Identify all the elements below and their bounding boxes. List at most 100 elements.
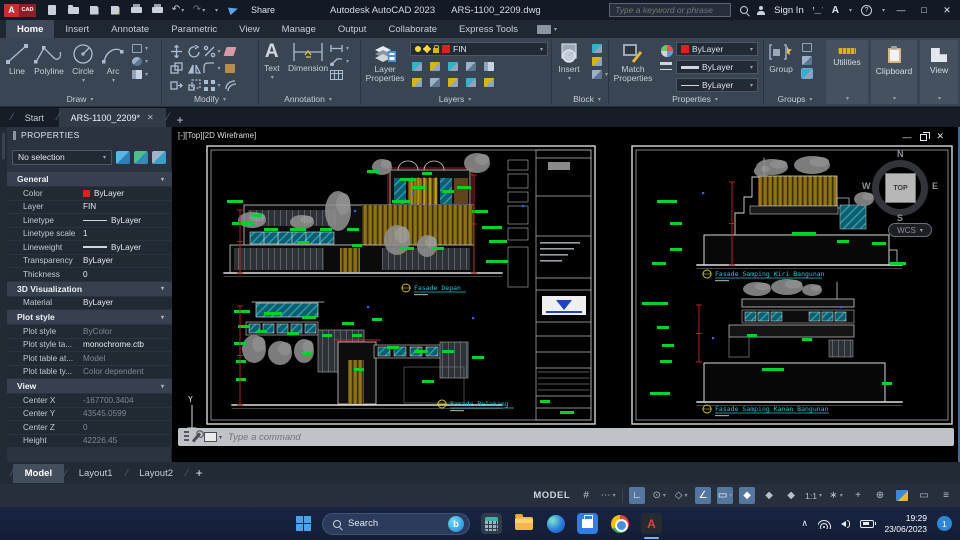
line-tool-button[interactable]: Line [4, 42, 30, 76]
ribbon-tab-output[interactable]: Output [327, 20, 378, 38]
toggle-pickadd-button[interactable] [116, 150, 130, 164]
command-grip[interactable] [184, 431, 189, 443]
modify-panel-label[interactable]: Modify ▾ [175, 94, 245, 104]
help-icon[interactable]: ? [860, 4, 872, 16]
annotation-monitor-button[interactable]: + [850, 487, 866, 504]
taskbar-edge-icon[interactable] [545, 513, 566, 534]
layer-lock-button[interactable] [466, 62, 476, 71]
rotate-tool-button[interactable] [185, 43, 203, 60]
open-file-button[interactable] [67, 4, 79, 17]
ribbon-tab-annotate[interactable]: Annotate [100, 20, 160, 38]
customize-wrench-icon[interactable] [191, 431, 202, 443]
command-input[interactable] [228, 431, 948, 443]
layer-thaw-all-button[interactable] [430, 78, 440, 87]
viewcube[interactable]: TOP N W E S [862, 149, 938, 227]
drawing-minimize-button[interactable]: — [902, 132, 911, 142]
taskbar-file-explorer-icon[interactable] [513, 513, 534, 534]
group-button[interactable]: Group [768, 42, 794, 74]
palette-grip[interactable] [0, 127, 7, 462]
ribbon-tab-view[interactable]: View [228, 20, 270, 38]
property-row-center-z[interactable]: Center Z 0 [7, 420, 172, 434]
annotation-scale-value[interactable]: 1:1 ▾ [805, 487, 822, 504]
drawing-restore-button[interactable] [920, 132, 931, 141]
copy-tool-button[interactable] [167, 60, 185, 77]
layers-panel-label[interactable]: Layers ▾ [420, 94, 490, 104]
property-row-center-x[interactable]: Center X -167700.3404 [7, 393, 172, 407]
property-row-material[interactable]: Material ByLayer [7, 295, 172, 309]
annotation-panel-label[interactable]: Annotation ▾ [265, 94, 351, 104]
property-row-center-y[interactable]: Center Y 43545.0599 [7, 406, 172, 420]
mirror-tool-button[interactable] [185, 60, 203, 77]
property-row-color[interactable]: Color ByLayer [7, 186, 172, 200]
array-tool-button[interactable]: ▾ [203, 77, 221, 94]
cart-icon[interactable] [812, 6, 823, 14]
close-button[interactable]: ✕ [940, 5, 954, 16]
ribbon-extra-button[interactable]: ▾ [537, 20, 557, 38]
view-panel-button[interactable]: View ▾ [920, 40, 958, 104]
print-button[interactable] [151, 4, 163, 17]
group-edit-button[interactable] [802, 56, 812, 65]
object-snap-tracking-toggle[interactable]: ∠ [695, 487, 712, 504]
recent-commands-icon[interactable] [204, 432, 217, 442]
ribbon-tab-collaborate[interactable]: Collaborate [377, 20, 448, 38]
tray-chevron-icon[interactable]: ∧ [801, 518, 808, 529]
maximize-button[interactable]: □ [917, 5, 931, 15]
arc-caret-icon[interactable]: ▾ [112, 77, 115, 84]
scale-tool-button[interactable] [185, 77, 203, 94]
object-snap-toggle[interactable]: ▭ ▾ [717, 487, 734, 504]
linetype-list-icon[interactable] [660, 69, 672, 70]
workspace-switching-button[interactable]: ∗ ▾ [828, 487, 844, 504]
property-row-plot-table-ty-[interactable]: Plot table ty... Color dependent [7, 364, 172, 378]
property-row-lineweight[interactable]: Lineweight ByLayer [7, 240, 172, 254]
annotation-scale-icon[interactable]: ◆ [783, 487, 799, 504]
lineweight-dropdown[interactable]: ByLayer ▾ [676, 60, 758, 74]
keyword-search-input[interactable] [609, 3, 732, 17]
rectangle-tool-button[interactable]: ▾ [132, 44, 148, 53]
help-caret-icon[interactable]: ▾ [882, 7, 885, 14]
lineweight-list-icon[interactable] [660, 62, 672, 65]
polar-tracking-toggle[interactable]: ⊙ ▾ [651, 487, 667, 504]
text-caret-icon[interactable]: ▾ [271, 74, 274, 81]
group-select-button[interactable] [801, 68, 813, 79]
hatch-tool-button[interactable]: ▾ [132, 70, 148, 79]
file-tab-ars-1100-2209-[interactable]: ARS-1100_2209* ✕ [58, 108, 166, 127]
taskbar-chrome-icon[interactable] [609, 513, 630, 534]
move-tool-button[interactable] [167, 43, 185, 60]
notification-badge[interactable]: 1 [937, 516, 952, 531]
new-layout-button[interactable]: + [188, 466, 211, 480]
wcs-dropdown[interactable]: WCS ▾ [888, 223, 932, 237]
layer-on-all-button[interactable] [448, 78, 458, 87]
offset-tool-button[interactable] [221, 77, 239, 94]
new-file-button[interactable] [46, 4, 58, 17]
model-space-indicator[interactable]: MODEL [533, 490, 570, 501]
grid-display-toggle[interactable]: # [578, 487, 594, 504]
ribbon-tab-manage[interactable]: Manage [271, 20, 327, 38]
layer-unisolate-button[interactable] [412, 78, 422, 87]
drawing-canvas[interactable]: Fasade Depan Fasade Belakang Fasade Samp… [172, 127, 960, 462]
property-row-plot-table-at-[interactable]: Plot table at... Model [7, 351, 172, 365]
draw-panel-label[interactable]: Draw ▾ [40, 94, 120, 104]
property-row-transparency[interactable]: Transparency ByLayer [7, 253, 172, 267]
property-row-plot-style[interactable]: Plot style ByColor [7, 324, 172, 338]
volume-icon[interactable] [841, 519, 851, 528]
insert-block-button[interactable]: Insert ▾ [556, 42, 582, 82]
wifi-icon[interactable] [817, 519, 831, 529]
ellipse-tool-button[interactable]: ▾ [132, 57, 148, 66]
redo-button[interactable]: ↷ ▾ [193, 4, 205, 17]
clean-screen-button[interactable]: ▭ [916, 487, 932, 504]
plot-button[interactable] [130, 4, 142, 17]
layer-freeze-button[interactable] [430, 62, 440, 71]
search-icon[interactable] [740, 6, 749, 14]
redo-caret-icon[interactable]: ▾ [202, 7, 205, 14]
ungroup-button[interactable] [802, 43, 812, 52]
taskbar-store-icon[interactable] [577, 513, 598, 534]
circle-caret-icon[interactable]: ▾ [82, 77, 85, 84]
property-row-height[interactable]: Height 42226.45 [7, 433, 172, 447]
property-row-plot-style-ta-[interactable]: Plot style ta... monochrome.ctb [7, 337, 172, 351]
file-tab-start[interactable]: Start [13, 108, 56, 127]
trim-tool-button[interactable]: ▾ [203, 43, 221, 60]
layout-tab-model[interactable]: Model [12, 463, 65, 483]
share-button[interactable] [227, 4, 239, 17]
isolate-objects-button[interactable]: ⊕ [872, 487, 888, 504]
share-label[interactable]: Share [251, 5, 275, 15]
